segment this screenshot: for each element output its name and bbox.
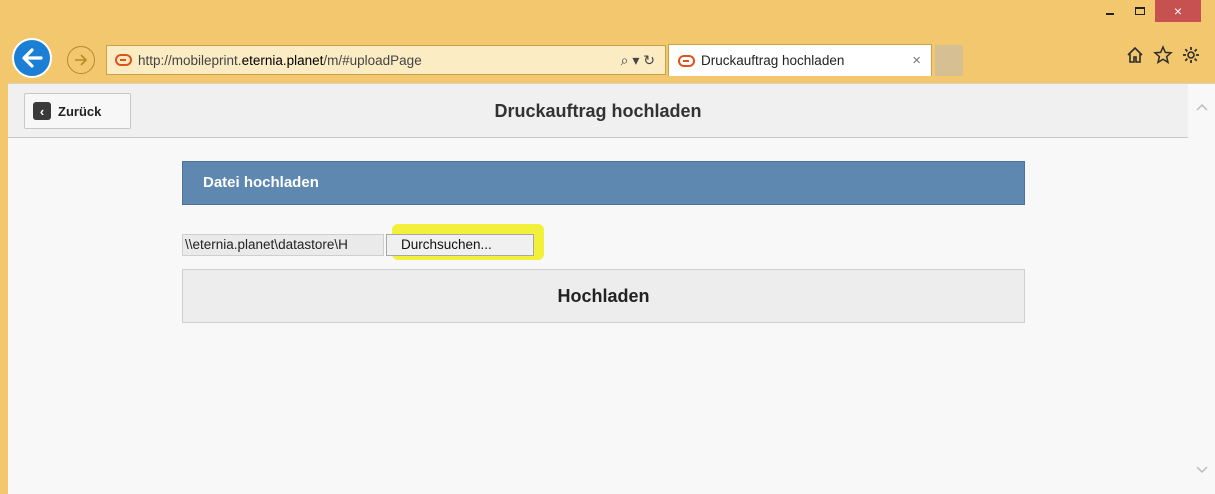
page-header: Druckauftrag hochladen ‹ Zurück [8,84,1188,138]
scroll-down-icon[interactable] [1196,463,1208,475]
scrollbar[interactable] [1189,84,1215,494]
browser-tab[interactable]: Druckauftrag hochladen × [668,44,932,76]
address-suffix: /m/#uploadPage [323,52,422,68]
browser-tool-icons [1125,45,1201,65]
close-window-button[interactable]: × [1155,0,1201,22]
settings-gear-icon[interactable] [1181,45,1201,65]
back-button[interactable]: ‹ Zurück [24,93,131,129]
browse-button[interactable]: Durchsuchen... [386,234,534,256]
browser-nav-bar: http://mobileprint. eternia.planet/m/#upl… [0,36,1215,82]
maximize-icon [1135,7,1145,15]
scroll-up-icon[interactable] [1196,102,1208,114]
maximize-button[interactable] [1125,0,1155,22]
address-bar[interactable]: http://mobileprint. eternia.planet/m/#upl… [106,45,666,75]
arrow-left-icon [22,48,43,68]
file-input-row: \\eternia.planet\datastore\H Durchsuchen… [182,233,534,257]
window-controls: × [1095,0,1201,28]
minimize-icon [1106,13,1114,15]
home-icon[interactable] [1125,45,1145,65]
back-button-label: Zurück [58,103,102,119]
new-tab-button[interactable] [935,45,963,76]
page-viewport: Druckauftrag hochladen ‹ Zurück Datei ho… [8,83,1215,494]
tab-close-icon[interactable]: × [912,52,921,69]
browser-back-button[interactable] [12,38,52,78]
section-header: Datei hochladen [182,161,1025,205]
address-tools[interactable]: ⌕ ▾ ↻ [621,46,655,74]
minimize-button[interactable] [1095,0,1125,22]
upload-button[interactable]: Hochladen [182,269,1025,323]
tab-favicon-icon [678,54,695,67]
chevron-left-icon: ‹ [33,102,51,120]
site-favicon-icon [115,54,132,66]
arrow-right-icon [75,54,88,66]
file-path-field[interactable]: \\eternia.planet\datastore\H [182,234,384,256]
tab-title: Druckauftrag hochladen [701,53,845,68]
address-prefix: http://mobileprint. [138,52,242,68]
browser-forward-button[interactable] [67,46,95,74]
address-domain: eternia.planet [241,52,324,68]
favorites-star-icon[interactable] [1153,45,1173,65]
page-title: Druckauftrag hochladen [494,101,702,121]
